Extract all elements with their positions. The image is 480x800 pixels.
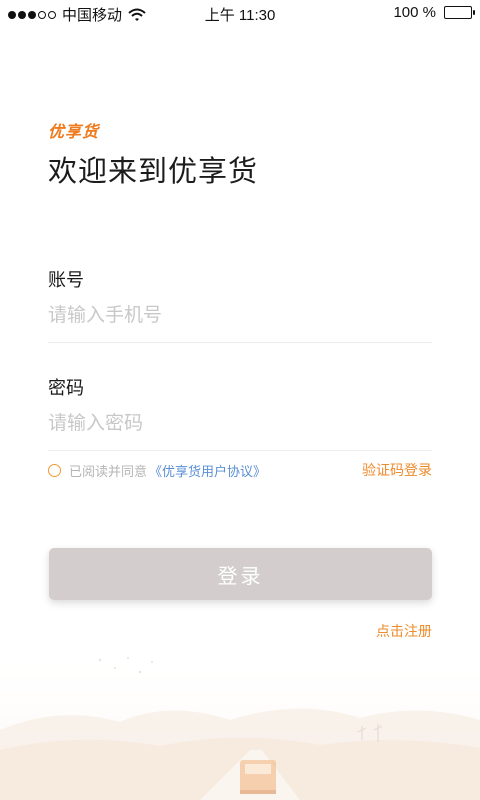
login-button[interactable]: 登录 [49,548,432,600]
password-label: 密码 [48,378,84,399]
phone-input[interactable] [48,292,432,343]
truck-icon [240,760,276,794]
sms-code-login-link[interactable]: 验证码登录 [362,460,432,480]
background-illustration [0,650,480,800]
agreement-text: 已阅读并同意 [69,464,148,480]
brand-logo-text: 优享货 [48,122,100,141]
agreement-radio[interactable] [48,463,61,477]
page-title: 欢迎来到优享货 [48,154,259,188]
account-label: 账号 [48,270,84,291]
agreement-row: 已阅读并同意 《优享货用户协议》 验证码登录 [48,460,432,480]
user-agreement-link[interactable]: 《优享货用户协议》 [149,461,266,480]
password-input[interactable] [48,400,432,451]
register-link[interactable]: 点击注册 [376,621,432,641]
battery-percent: 100 % [393,4,436,21]
battery-icon [444,6,475,19]
account-field: 账号 [48,266,432,343]
status-right: 100 % [393,4,475,21]
status-bar: 中国移动 上午 11:30 100 % [0,0,480,26]
password-field: 密码 [48,374,432,451]
